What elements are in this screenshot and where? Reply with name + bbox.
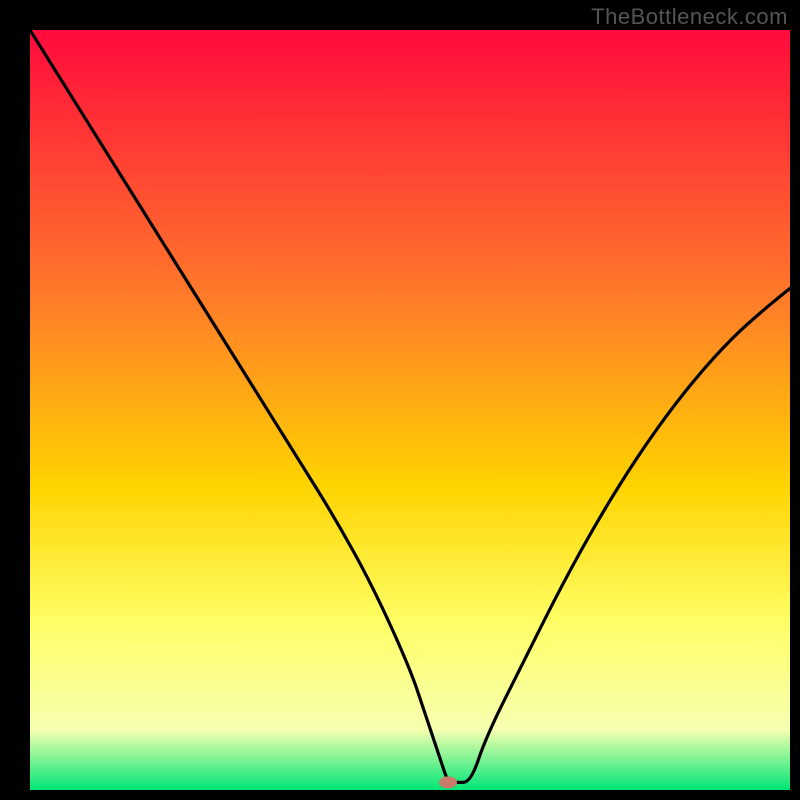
- chart-frame: TheBottleneck.com: [0, 0, 800, 800]
- optimal-point-marker: [439, 776, 457, 788]
- watermark-label: TheBottleneck.com: [591, 4, 788, 30]
- plot-background: [30, 30, 790, 790]
- bottleneck-chart: [0, 0, 800, 800]
